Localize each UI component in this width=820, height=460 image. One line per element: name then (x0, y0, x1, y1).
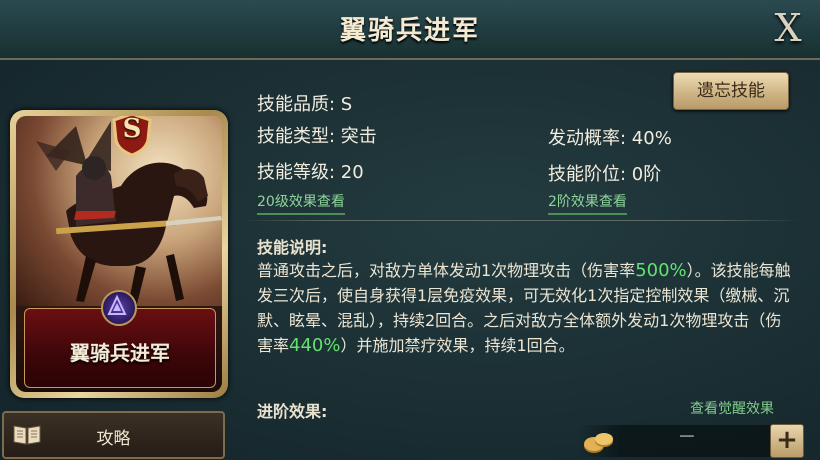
awaken-effect-link[interactable]: 查看觉醒效果 (690, 398, 774, 418)
close-button[interactable]: X (766, 6, 810, 50)
page-title: 翼骑兵进军 (339, 16, 480, 46)
rank-label: S (122, 116, 142, 144)
increase-button[interactable]: + (770, 424, 804, 458)
guide-button-label: 攻略 (96, 429, 131, 449)
description-text-3: ）并施加禁疗效果，持续1回合。 (340, 336, 575, 355)
skill-level: 技能等级: 20 (257, 162, 364, 183)
skill-description: 普通攻击之后，对敌方单体发动1次物理攻击（伤害率500%）。该技能每触发三次后，… (257, 258, 797, 358)
damage-rate-1: 500% (635, 260, 687, 281)
description-text-1: 普通攻击之后，对敌方单体发动1次物理攻击（伤害率 (257, 261, 636, 280)
divider (240, 220, 800, 221)
skill-quality: 技能品质: S (257, 94, 353, 115)
advance-title: 进阶效果: (257, 402, 328, 421)
card-name: 翼骑兵进军 (70, 341, 170, 365)
skill-card: S 翼骑兵进军 (10, 110, 228, 398)
skill-type: 技能类型: 突击 (257, 126, 377, 147)
level-effect-link[interactable]: 20级效果查看 (257, 191, 345, 215)
forget-skill-button[interactable]: 遗忘技能 (673, 72, 789, 110)
description-title: 技能说明: (257, 238, 328, 257)
skill-card-art: S 翼骑兵进军 (16, 116, 222, 392)
decrease-button[interactable]: − (676, 424, 698, 450)
header-bar: 翼骑兵进军 X (0, 0, 820, 60)
stage-effect-link[interactable]: 2阶效果查看 (548, 191, 627, 215)
guide-button[interactable]: 攻略 (2, 411, 225, 459)
damage-rate-2: 440% (289, 335, 341, 356)
trigger-rate: 发动概率: 40% (548, 128, 672, 149)
faction-emblem-icon (101, 290, 137, 326)
rank-badge: S (110, 116, 154, 157)
gold-coin-icon (584, 433, 613, 453)
skill-stage: 技能阶位: 0阶 (548, 164, 662, 185)
